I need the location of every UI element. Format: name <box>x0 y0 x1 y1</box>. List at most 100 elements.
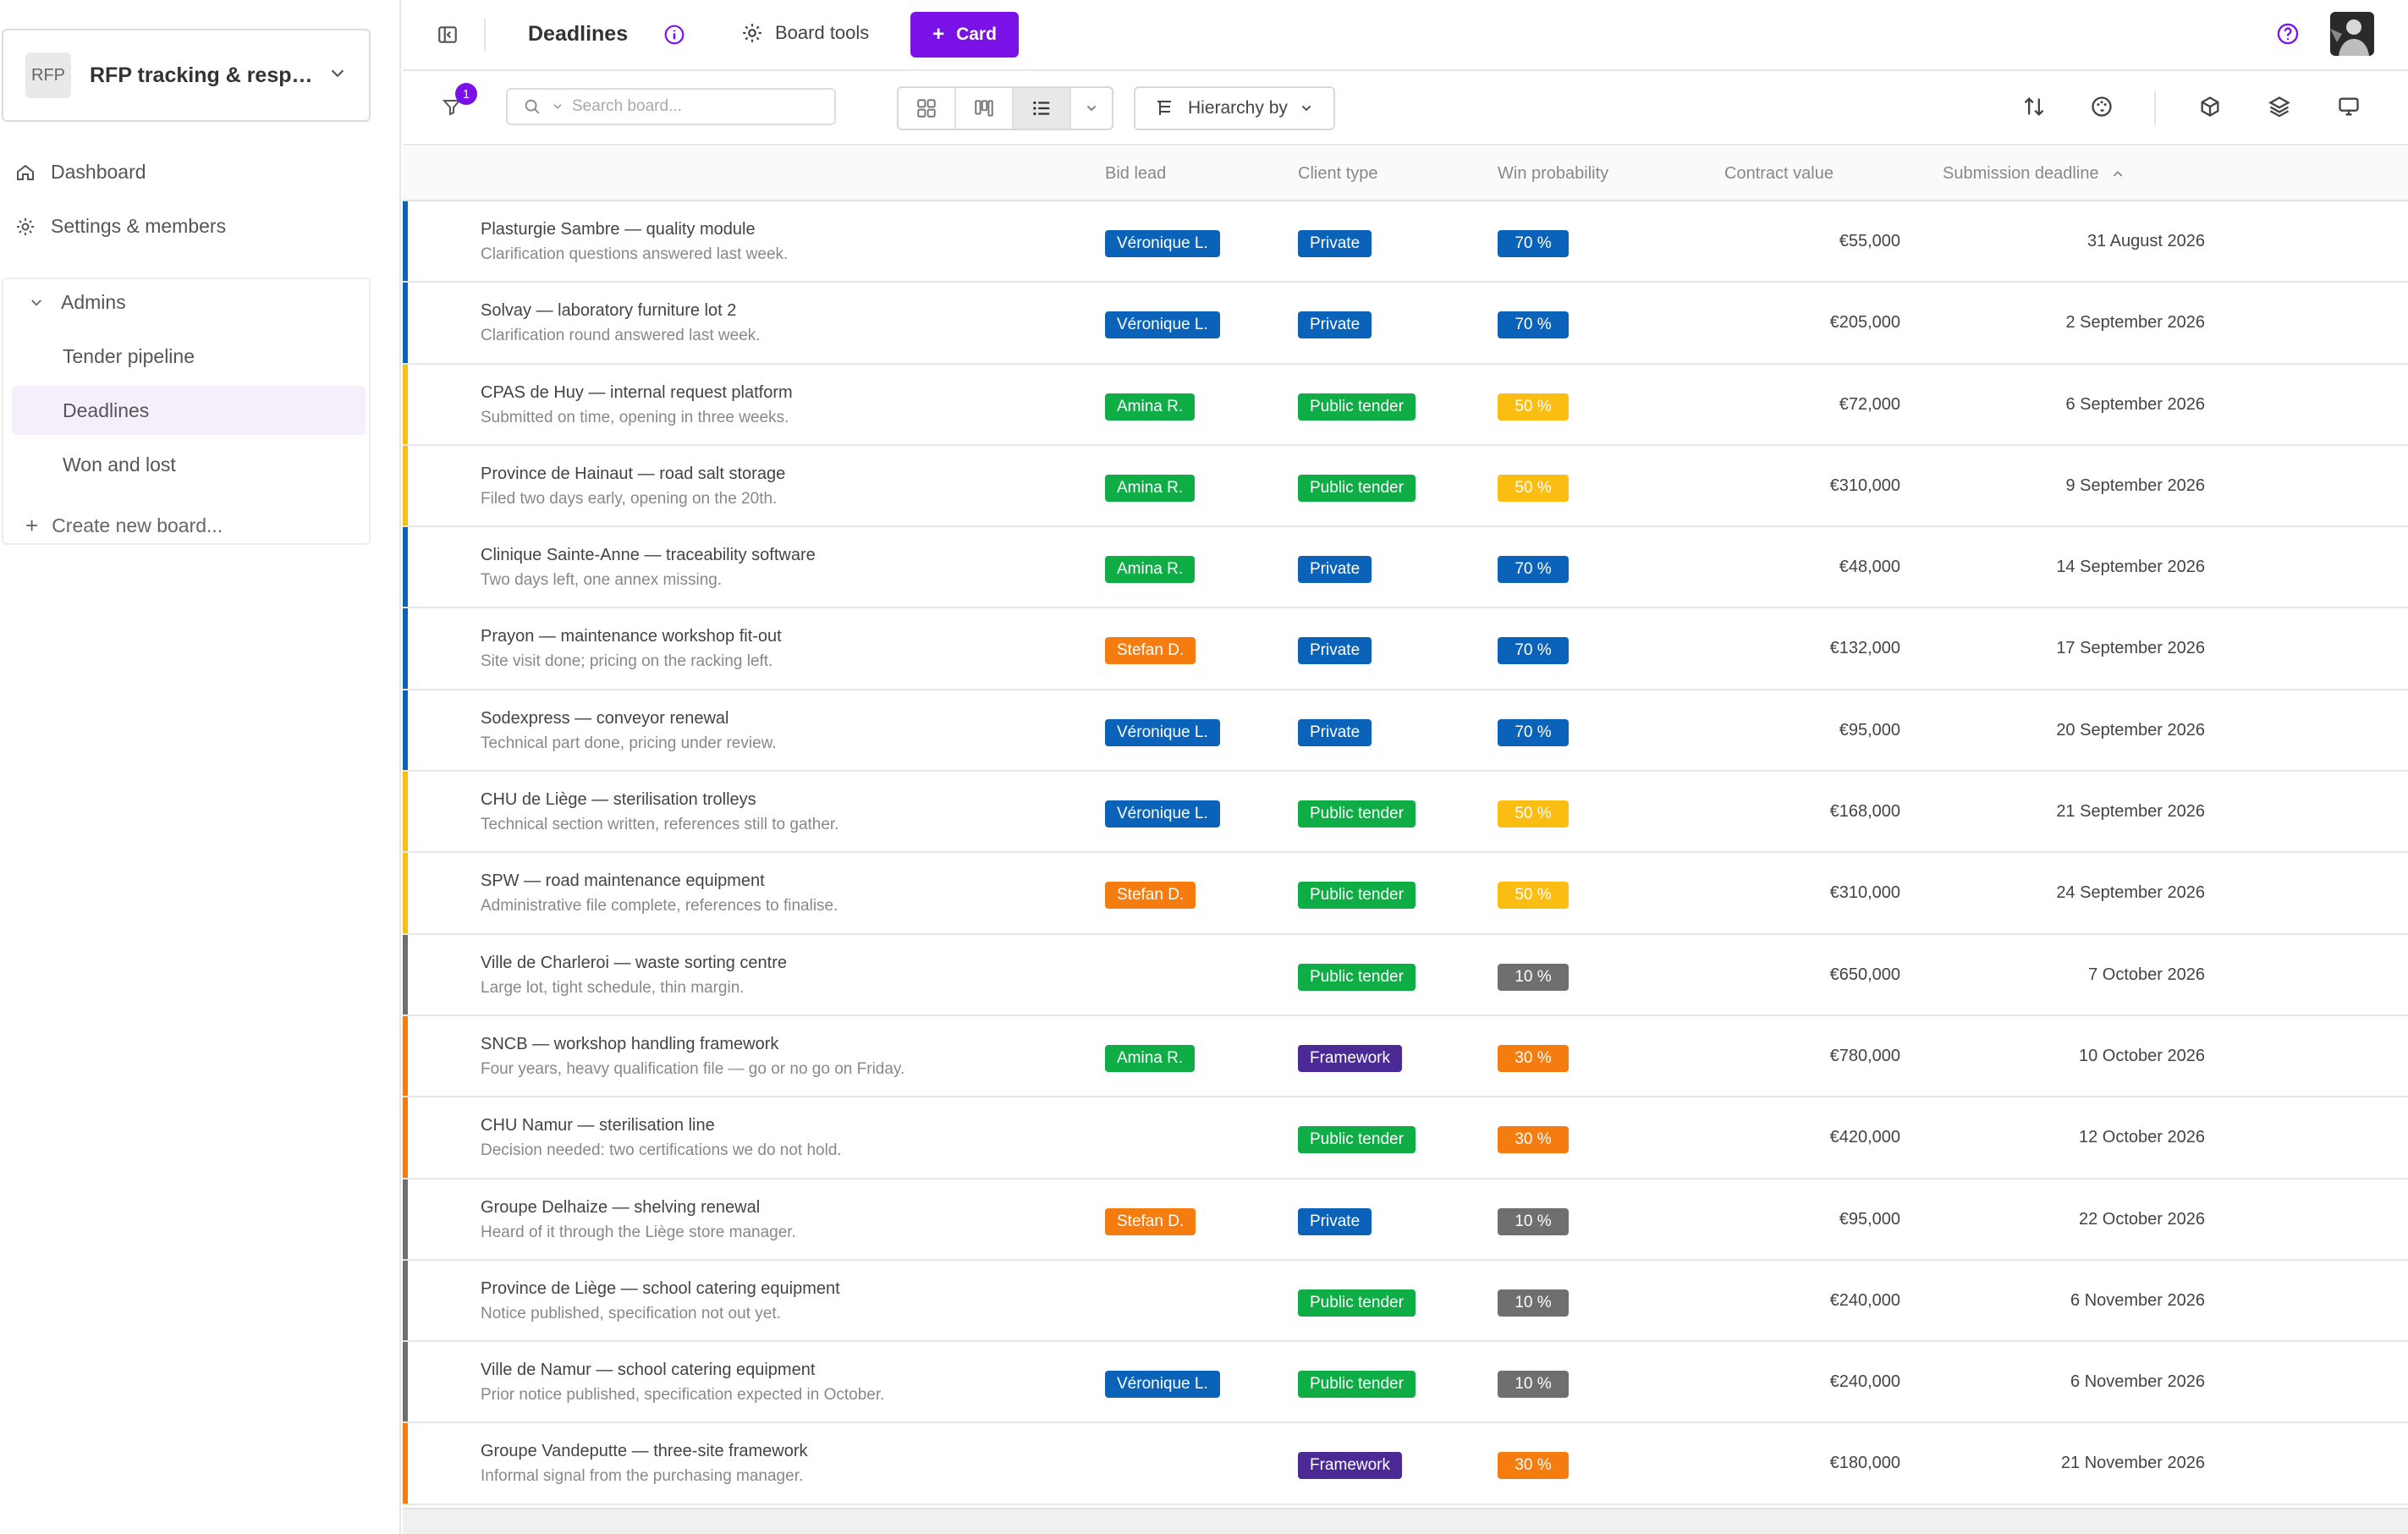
avatar[interactable] <box>2330 12 2374 56</box>
table-row[interactable]: Clinique Sainte-Anne — traceability soft… <box>403 527 2408 609</box>
add-card-button[interactable]: + Card <box>910 12 1019 58</box>
hierarchy-dropdown[interactable]: Hierarchy by <box>1134 86 1335 130</box>
table-row[interactable]: Solvay — laboratory furniture lot 2 Clari… <box>403 283 2408 365</box>
client-type-tag[interactable]: Private <box>1298 556 1372 584</box>
win-probability-tag[interactable]: 30 % <box>1498 1452 1569 1480</box>
win-probability-tag[interactable]: 30 % <box>1498 1044 1569 1072</box>
card-title[interactable]: CHU de Liège — sterilisation trolleys <box>481 790 756 810</box>
client-type-tag[interactable]: Private <box>1298 230 1372 257</box>
card-title[interactable]: SPW — road maintenance equipment <box>481 871 765 891</box>
column-header-contract-value[interactable]: Contract value <box>1724 164 1833 184</box>
bid-lead-tag[interactable]: Amina R. <box>1105 556 1196 584</box>
table-row[interactable]: Groupe Delhaize — shelving renewal Heard … <box>403 1179 2408 1261</box>
workspace-switcher[interactable]: RFP RFP tracking & responses <box>2 29 371 122</box>
card-title[interactable]: CPAS de Huy — internal request platform <box>481 383 793 403</box>
win-probability-tag[interactable]: 70 % <box>1498 311 1569 339</box>
card-title[interactable]: Prayon — maintenance workshop fit-out <box>481 627 782 646</box>
layers-icon[interactable] <box>2268 95 2291 118</box>
table-row[interactable]: CHU Namur — sterilisation line Decision n… <box>403 1097 2408 1179</box>
card-title[interactable]: SNCB — workshop handling framework <box>481 1035 778 1054</box>
win-probability-tag[interactable]: 50 % <box>1498 474 1569 502</box>
client-type-tag[interactable]: Public tender <box>1298 963 1416 991</box>
table-row[interactable]: Ville de Namur — school catering equipme… <box>403 1342 2408 1424</box>
board-tools-button[interactable]: Board tools <box>741 22 869 44</box>
bid-lead-tag[interactable]: Stefan D. <box>1105 637 1196 665</box>
group-header[interactable]: Admins <box>29 291 126 314</box>
client-type-tag[interactable]: Public tender <box>1298 474 1416 502</box>
card-title[interactable]: Sodexpress — conveyor renewal <box>481 709 728 729</box>
bid-lead-tag[interactable]: Amina R. <box>1105 393 1196 421</box>
table-row[interactable]: Plasturgie Sambre — quality module Clarif… <box>403 201 2408 283</box>
card-title[interactable]: Province de Liège — school catering equi… <box>481 1279 840 1299</box>
table-row[interactable]: SNCB — workshop handling framework Four y… <box>403 1015 2408 1098</box>
client-type-tag[interactable]: Public tender <box>1298 393 1416 421</box>
client-type-tag[interactable]: Private <box>1298 1207 1372 1235</box>
win-probability-tag[interactable]: 70 % <box>1498 718 1569 746</box>
win-probability-tag[interactable]: 70 % <box>1498 637 1569 665</box>
search-input[interactable] <box>572 97 809 116</box>
card-title[interactable]: Solvay — laboratory furniture lot 2 <box>481 301 736 321</box>
win-probability-tag[interactable]: 10 % <box>1498 1207 1569 1235</box>
monitor-icon[interactable] <box>2337 95 2361 118</box>
client-type-tag[interactable]: Public tender <box>1298 1126 1416 1154</box>
client-type-tag[interactable]: Public tender <box>1298 882 1416 910</box>
card-title[interactable]: Groupe Vandeputte — three-site framework <box>481 1442 807 1461</box>
column-header-client-type[interactable]: Client type <box>1298 164 1378 184</box>
column-header-submission-deadline[interactable]: Submission deadline <box>1943 164 2125 184</box>
client-type-tag[interactable]: Private <box>1298 311 1372 339</box>
table-row[interactable]: Province de Liège — school catering equi… <box>403 1260 2408 1343</box>
card-title[interactable]: Province de Hainaut — road salt storage <box>481 465 785 484</box>
sidebar-item-dashboard[interactable]: Dashboard <box>15 161 146 184</box>
bid-lead-tag[interactable]: Stefan D. <box>1105 882 1196 910</box>
card-title[interactable]: Groupe Delhaize — shelving renewal <box>481 1198 760 1218</box>
table-row[interactable]: Prayon — maintenance workshop fit-out Sit… <box>403 608 2408 690</box>
card-title[interactable]: Plasturgie Sambre — quality module <box>481 220 756 239</box>
win-probability-tag[interactable]: 70 % <box>1498 230 1569 257</box>
client-type-tag[interactable]: Public tender <box>1298 800 1416 828</box>
bid-lead-tag[interactable]: Véronique L. <box>1105 311 1220 339</box>
table-row[interactable]: CHU de Liège — sterilisation trolleys Tec… <box>403 772 2408 854</box>
table-row[interactable]: Ville de Charleroi — waste sorting centr… <box>403 934 2408 1016</box>
create-board-button[interactable]: + Create new board... <box>25 513 223 539</box>
table-row[interactable]: Province de Hainaut — road salt storage F… <box>403 445 2408 528</box>
view-grid[interactable] <box>899 88 956 129</box>
sort-icon[interactable] <box>2022 95 2046 118</box>
column-header-bid-lead[interactable]: Bid lead <box>1105 164 1166 184</box>
win-probability-tag[interactable]: 10 % <box>1498 1289 1569 1317</box>
sidebar-board-deadlines[interactable]: Deadlines <box>12 386 366 435</box>
win-probability-tag[interactable]: 50 % <box>1498 393 1569 421</box>
table-row[interactable]: SPW — road maintenance equipment Administ… <box>403 853 2408 935</box>
client-type-tag[interactable]: Public tender <box>1298 1371 1416 1399</box>
card-title[interactable]: CHU Namur — sterilisation line <box>481 1116 715 1135</box>
bid-lead-tag[interactable]: Véronique L. <box>1105 800 1220 828</box>
card-title[interactable]: Ville de Charleroi — waste sorting centr… <box>481 954 787 973</box>
bid-lead-tag[interactable]: Amina R. <box>1105 474 1196 502</box>
view-more-dropdown[interactable] <box>1071 88 1112 129</box>
table-row[interactable]: Sodexpress — conveyor renewal Technical p… <box>403 690 2408 772</box>
sidebar-toggle-icon[interactable] <box>437 24 459 46</box>
card-title[interactable]: Clinique Sainte-Anne — traceability soft… <box>481 546 816 565</box>
sidebar-item-settings[interactable]: Settings & members <box>15 215 226 238</box>
win-probability-tag[interactable]: 50 % <box>1498 800 1569 828</box>
search-box[interactable] <box>506 88 836 125</box>
palette-icon[interactable] <box>2090 95 2114 118</box>
client-type-tag[interactable]: Private <box>1298 718 1372 746</box>
client-type-tag[interactable]: Private <box>1298 637 1372 665</box>
sidebar-board-won-and-lost[interactable]: Won and lost <box>12 440 366 489</box>
card-title[interactable]: Ville de Namur — school catering equipme… <box>481 1361 815 1380</box>
info-icon[interactable] <box>663 24 685 46</box>
help-icon[interactable] <box>2276 22 2300 46</box>
table-row[interactable]: Groupe Vandeputte — three-site framework… <box>403 1423 2408 1505</box>
bid-lead-tag[interactable]: Stefan D. <box>1105 1207 1196 1235</box>
client-type-tag[interactable]: Framework <box>1298 1452 1403 1480</box>
win-probability-tag[interactable]: 30 % <box>1498 1126 1569 1154</box>
view-kanban[interactable] <box>956 88 1014 129</box>
cube-icon[interactable] <box>2198 95 2222 118</box>
bid-lead-tag[interactable]: Amina R. <box>1105 1044 1196 1072</box>
win-probability-tag[interactable]: 10 % <box>1498 963 1569 991</box>
column-header-win-probability[interactable]: Win probability <box>1498 164 1608 184</box>
table-row[interactable]: CPAS de Huy — internal request platform S… <box>403 364 2408 446</box>
win-probability-tag[interactable]: 10 % <box>1498 1371 1569 1399</box>
bid-lead-tag[interactable]: Véronique L. <box>1105 1371 1220 1399</box>
bid-lead-tag[interactable]: Véronique L. <box>1105 230 1220 257</box>
